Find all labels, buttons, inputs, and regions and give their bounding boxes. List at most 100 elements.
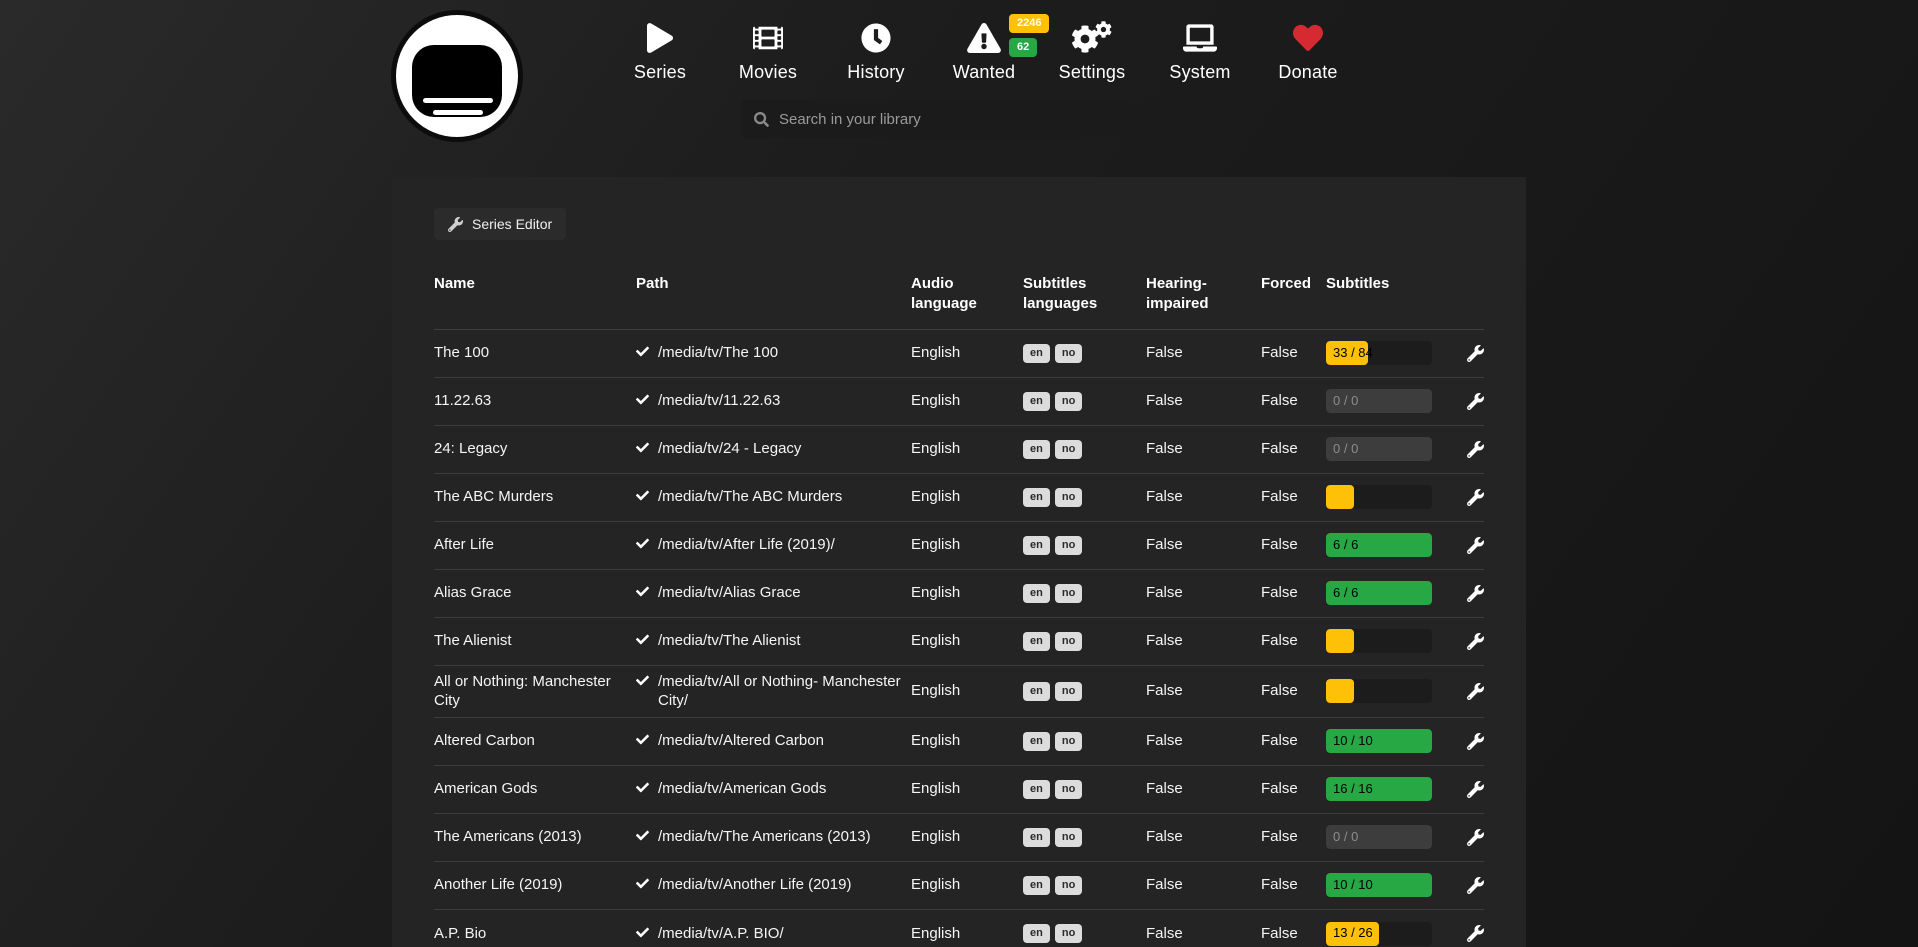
series-name[interactable]: All or Nothing: Manchester City (434, 672, 636, 711)
progress-text: 10 / 10 (1333, 729, 1373, 753)
path-exists-check-icon (636, 585, 649, 598)
series-name[interactable]: American Gods (434, 779, 636, 799)
series-name[interactable]: Alias Grace (434, 583, 636, 603)
table-body: The 100/media/tv/The 100EnglishennoFalse… (434, 330, 1484, 947)
language-tag: en (1023, 780, 1050, 799)
language-tag: no (1055, 536, 1082, 555)
subtitle-languages: enno (1023, 584, 1146, 603)
hearing-impaired: False (1146, 924, 1261, 944)
row-wrench-icon[interactable] (1467, 829, 1484, 846)
nav-label: Movies (739, 62, 797, 83)
series-path-text: /media/tv/11.22.63 (658, 391, 780, 411)
audio-language: English (911, 391, 1023, 411)
language-tag: no (1055, 780, 1082, 799)
hearing-impaired: False (1146, 583, 1261, 603)
series-name[interactable]: 24: Legacy (434, 439, 636, 459)
row-wrench-icon[interactable] (1467, 537, 1484, 554)
row-wrench-icon[interactable] (1467, 345, 1484, 362)
series-name[interactable]: A.P. Bio (434, 924, 636, 944)
forced: False (1261, 583, 1326, 603)
audio-language: English (911, 343, 1023, 363)
series-name[interactable]: After Life (434, 535, 636, 555)
wanted-movies-badge: 62 (1009, 38, 1037, 57)
nav-item-history[interactable]: History (822, 12, 930, 83)
hearing-impaired: False (1146, 875, 1261, 895)
logo-subtitle-line (433, 110, 483, 115)
language-tag: no (1055, 828, 1082, 847)
series-path-text: /media/tv/The 100 (658, 343, 778, 363)
forced: False (1261, 875, 1326, 895)
series-editor-panel: Series Editor Name Path Audio language S… (392, 177, 1526, 947)
nav-item-settings[interactable]: Settings (1038, 12, 1146, 83)
nav-item-series[interactable]: Series (606, 12, 714, 83)
series-editor-button[interactable]: Series Editor (434, 208, 566, 240)
subtitles-progress-bar: 0 / 0 (1326, 389, 1432, 413)
language-tag: no (1055, 682, 1082, 701)
progress-text: 33 / 84 (1333, 341, 1373, 365)
subtitle-languages: enno (1023, 876, 1146, 895)
forced: False (1261, 681, 1326, 701)
series-name[interactable]: Altered Carbon (434, 731, 636, 751)
row-wrench-icon[interactable] (1467, 781, 1484, 798)
table-row: After Life/media/tv/After Life (2019)/En… (434, 522, 1484, 570)
row-wrench-icon[interactable] (1467, 393, 1484, 410)
progress-fill (1326, 629, 1354, 653)
series-name[interactable]: The Alienist (434, 631, 636, 651)
row-wrench-icon[interactable] (1467, 585, 1484, 602)
series-name[interactable]: Another Life (2019) (434, 875, 636, 895)
progress-text: 13 / 26 (1333, 922, 1373, 946)
nav-item-movies[interactable]: Movies (714, 12, 822, 83)
nav-item-system[interactable]: System (1146, 12, 1254, 83)
row-wrench-icon[interactable] (1467, 633, 1484, 650)
hearing-impaired: False (1146, 391, 1261, 411)
nav-label: Wanted (953, 62, 1016, 83)
audio-language: English (911, 779, 1023, 799)
path-exists-check-icon (636, 633, 649, 646)
series-path: /media/tv/American Gods (636, 779, 911, 799)
subtitle-languages: enno (1023, 780, 1146, 799)
hearing-impaired: False (1146, 343, 1261, 363)
laptop-icon (1183, 20, 1217, 56)
row-wrench-icon[interactable] (1467, 733, 1484, 750)
row-wrench-icon[interactable] (1467, 683, 1484, 700)
subtitle-languages: enno (1023, 632, 1146, 651)
language-tag: no (1055, 732, 1082, 751)
row-wrench-icon[interactable] (1467, 489, 1484, 506)
logo-tv-screen (412, 45, 502, 117)
row-wrench-icon[interactable] (1467, 441, 1484, 458)
subtitles-progress-bar (1326, 629, 1432, 653)
subtitle-languages: enno (1023, 828, 1146, 847)
row-wrench-icon[interactable] (1467, 925, 1484, 942)
progress-text: 0 / 0 (1333, 437, 1358, 461)
subtitles-progress-bar: 16 / 16 (1326, 777, 1432, 801)
language-tag: en (1023, 488, 1050, 507)
header-subtitles-languages: Subtitles languages (1023, 274, 1146, 315)
nav-label: History (847, 62, 904, 83)
path-exists-check-icon (636, 877, 649, 890)
series-name[interactable]: The Americans (2013) (434, 827, 636, 847)
nav-item-donate[interactable]: Donate (1254, 12, 1362, 83)
search-input[interactable] (779, 111, 1156, 128)
progress-text: 0 / 0 (1333, 825, 1358, 849)
path-exists-check-icon (636, 733, 649, 746)
subtitles-progress-bar: 0 / 0 (1326, 825, 1432, 849)
progress-text: 6 / 6 (1333, 581, 1358, 605)
series-path-text: /media/tv/Alias Grace (658, 583, 801, 603)
series-name[interactable]: The ABC Murders (434, 487, 636, 507)
nav-label: System (1169, 62, 1230, 83)
series-name[interactable]: 11.22.63 (434, 391, 636, 411)
row-wrench-icon[interactable] (1467, 877, 1484, 894)
nav-label: Series (634, 62, 686, 83)
audio-language: English (911, 583, 1023, 603)
header-path: Path (636, 274, 911, 294)
series-name[interactable]: The 100 (434, 343, 636, 363)
nav-item-wanted[interactable]: Wanted 2246 62 (930, 12, 1038, 83)
table-row: The ABC Murders/media/tv/The ABC Murders… (434, 474, 1484, 522)
series-path: /media/tv/All or Nothing- Manchester Cit… (636, 672, 911, 711)
subtitles-progress-bar: 6 / 6 (1326, 581, 1432, 605)
series-path-text: /media/tv/American Gods (658, 779, 826, 799)
bazarr-logo[interactable] (396, 15, 518, 137)
main-nav: Series Movies History Wanted 2246 62 Set… (606, 12, 1362, 83)
path-exists-check-icon (636, 441, 649, 454)
subtitle-languages: enno (1023, 344, 1146, 363)
